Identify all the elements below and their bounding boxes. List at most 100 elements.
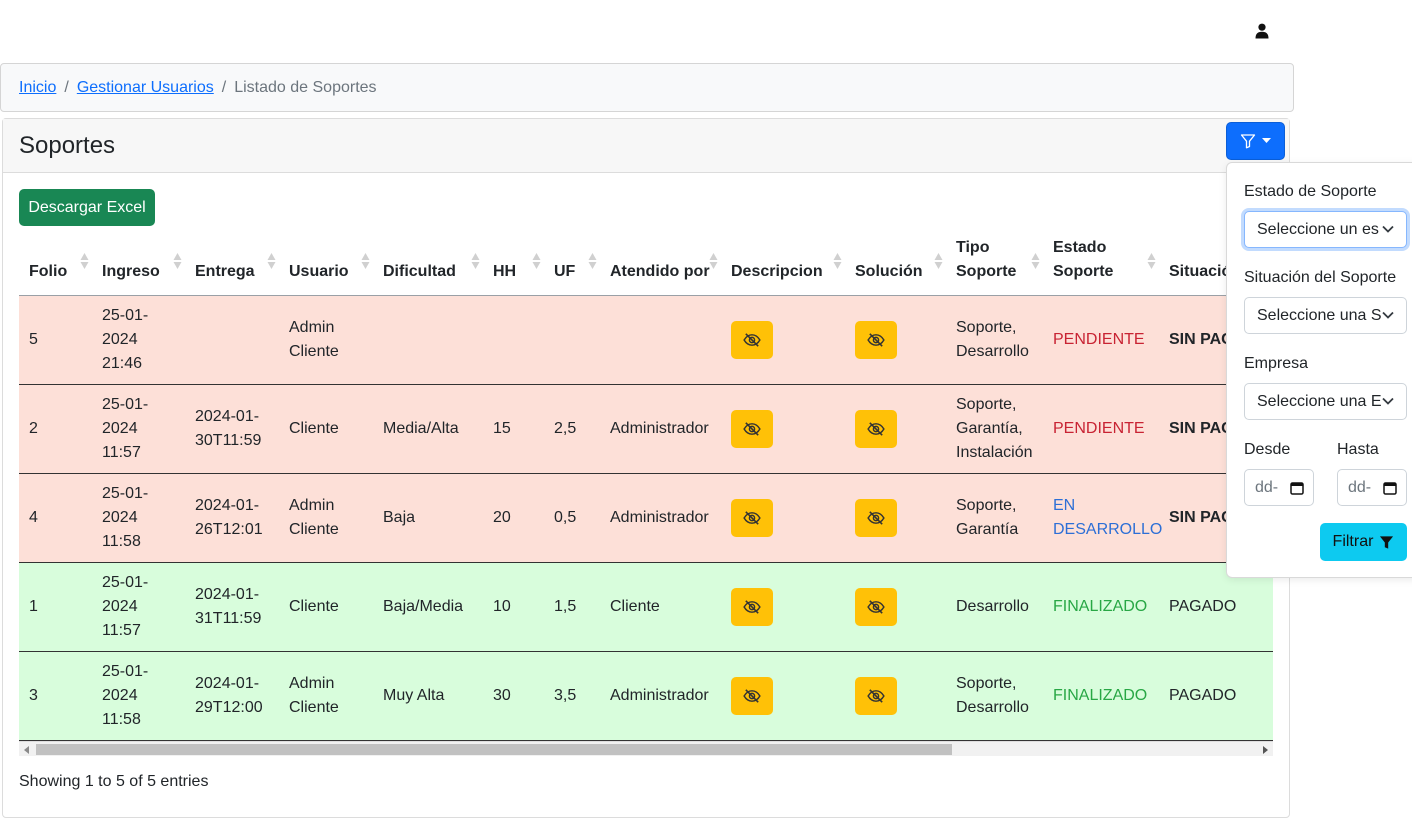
sort-icon	[267, 253, 276, 269]
estado-select-value: Seleccione un es	[1257, 221, 1379, 238]
horizontal-scrollbar[interactable]	[19, 741, 1273, 756]
cell-entrega: 2024-01-30T11:59	[185, 384, 279, 474]
situacion-select-value: Seleccione una S	[1257, 307, 1382, 324]
download-excel-button[interactable]: Descargar Excel	[19, 189, 155, 226]
cell-atendido	[600, 295, 721, 385]
eye-slash-icon	[743, 422, 761, 436]
empresa-label: Empresa	[1244, 355, 1309, 372]
cell-descripcion	[721, 384, 845, 474]
sort-icon	[588, 253, 597, 269]
table-row: 3 25-01-2024 11:58 2024-01-29T12:00 Admi…	[19, 651, 1273, 741]
sort-icon	[1031, 253, 1040, 269]
cell-hh: 10	[483, 562, 544, 652]
view-solution-button[interactable]	[855, 588, 897, 626]
filter-dropdown-panel: Estado de Soporte Seleccione un es Situa…	[1226, 162, 1412, 578]
view-description-button[interactable]	[731, 499, 773, 537]
cell-atendido: Administrador	[600, 384, 721, 474]
table-row: 2 25-01-2024 11:57 2024-01-30T11:59 Clie…	[19, 384, 1273, 474]
scrollbar-thumb[interactable]	[36, 744, 952, 755]
view-description-button[interactable]	[731, 410, 773, 448]
situacion-select[interactable]: Seleccione una S	[1244, 297, 1407, 334]
cell-hh: 30	[483, 651, 544, 741]
breadcrumb-separator: /	[221, 78, 227, 96]
cell-uf: 3,5	[544, 651, 600, 741]
cell-solucion	[845, 295, 946, 385]
cell-estado: PENDIENTE	[1043, 295, 1159, 385]
eye-slash-icon	[867, 511, 885, 525]
scroll-left-icon[interactable]	[24, 746, 29, 754]
cell-dificultad: Baja	[373, 473, 483, 563]
column-header[interactable]: Descripcion	[721, 236, 845, 296]
breadcrumb-manage-users-link[interactable]: Gestionar Usuarios	[77, 79, 214, 97]
column-header[interactable]: Ingreso	[92, 236, 185, 296]
entries-info: Showing 1 to 5 of 5 entries	[19, 773, 209, 790]
cell-ingreso: 25-01-2024 11:57	[92, 562, 185, 652]
desde-date-input[interactable]: dd-	[1244, 469, 1314, 506]
view-solution-button[interactable]	[855, 677, 897, 715]
column-header[interactable]: UF	[544, 236, 600, 296]
column-header[interactable]: Dificultad	[373, 236, 483, 296]
empresa-select-value: Seleccione una E	[1257, 393, 1382, 410]
user-icon[interactable]	[1254, 23, 1270, 39]
column-header[interactable]: Estado Soporte	[1043, 236, 1159, 296]
supports-table: Folio Ingreso Entrega Usuario Dificultad…	[19, 236, 1273, 741]
cell-tipo: Soporte, Desarrollo	[946, 295, 1043, 385]
column-header[interactable]: Usuario	[279, 236, 373, 296]
cell-solucion	[845, 651, 946, 741]
column-header[interactable]: Folio	[19, 236, 92, 296]
filter-dropdown-button[interactable]	[1226, 122, 1285, 160]
empresa-select[interactable]: Seleccione una E	[1244, 383, 1407, 420]
cell-ingreso: 25-01-2024 21:46	[92, 295, 185, 385]
cell-tipo: Soporte, Garantía	[946, 473, 1043, 563]
cell-estado: FINALIZADO	[1043, 562, 1159, 652]
column-header[interactable]: Tipo Soporte	[946, 236, 1043, 296]
view-solution-button[interactable]	[855, 410, 897, 448]
breadcrumb-home-link[interactable]: Inicio	[19, 79, 56, 97]
sort-icon	[1147, 253, 1156, 269]
sort-icon	[80, 253, 89, 269]
calendar-icon[interactable]	[1383, 481, 1397, 495]
view-description-button[interactable]	[731, 588, 773, 626]
eye-slash-icon	[867, 689, 885, 703]
desde-label: Desde	[1244, 441, 1291, 458]
cell-tipo: Soporte, Desarrollo	[946, 651, 1043, 741]
cell-situacion: PAGADO	[1159, 651, 1273, 741]
view-solution-button[interactable]	[855, 499, 897, 537]
cell-folio: 2	[19, 384, 92, 474]
filtrar-button[interactable]: Filtrar	[1320, 523, 1407, 561]
cell-usuario: Admin Cliente	[279, 295, 373, 385]
cell-atendido: Administrador	[600, 651, 721, 741]
cell-atendido: Cliente	[600, 562, 721, 652]
desde-date-value: dd-	[1255, 479, 1279, 496]
view-description-button[interactable]	[731, 677, 773, 715]
sort-icon	[833, 253, 842, 269]
sort-icon	[361, 253, 370, 269]
column-header[interactable]: Entrega	[185, 236, 279, 296]
supports-table-container: Folio Ingreso Entrega Usuario Dificultad…	[19, 236, 1273, 741]
cell-usuario: Admin Cliente	[279, 651, 373, 741]
view-description-button[interactable]	[731, 321, 773, 359]
scroll-right-icon[interactable]	[1263, 746, 1268, 754]
column-header[interactable]: HH	[483, 236, 544, 296]
eye-slash-icon	[867, 422, 885, 436]
estado-select[interactable]: Seleccione un es	[1244, 211, 1407, 248]
cell-entrega: 2024-01-26T12:01	[185, 473, 279, 563]
eye-slash-icon	[867, 600, 885, 614]
card-header: Soportes	[3, 119, 1289, 173]
filter-icon	[1240, 134, 1256, 149]
calendar-icon[interactable]	[1290, 481, 1304, 495]
view-solution-button[interactable]	[855, 321, 897, 359]
cell-hh	[483, 295, 544, 385]
cell-descripcion	[721, 562, 845, 652]
cell-dificultad: Media/Alta	[373, 384, 483, 474]
page-title: Soportes	[19, 131, 116, 159]
hasta-date-input[interactable]: dd-	[1337, 469, 1407, 506]
top-navbar	[0, 0, 1412, 60]
cell-ingreso: 25-01-2024 11:58	[92, 651, 185, 741]
sort-icon	[934, 253, 943, 269]
column-header[interactable]: Atendido por	[600, 236, 721, 296]
column-header[interactable]: Solución	[845, 236, 946, 296]
sort-icon	[173, 253, 182, 269]
cell-hh: 20	[483, 473, 544, 563]
breadcrumb-separator: /	[64, 78, 69, 96]
